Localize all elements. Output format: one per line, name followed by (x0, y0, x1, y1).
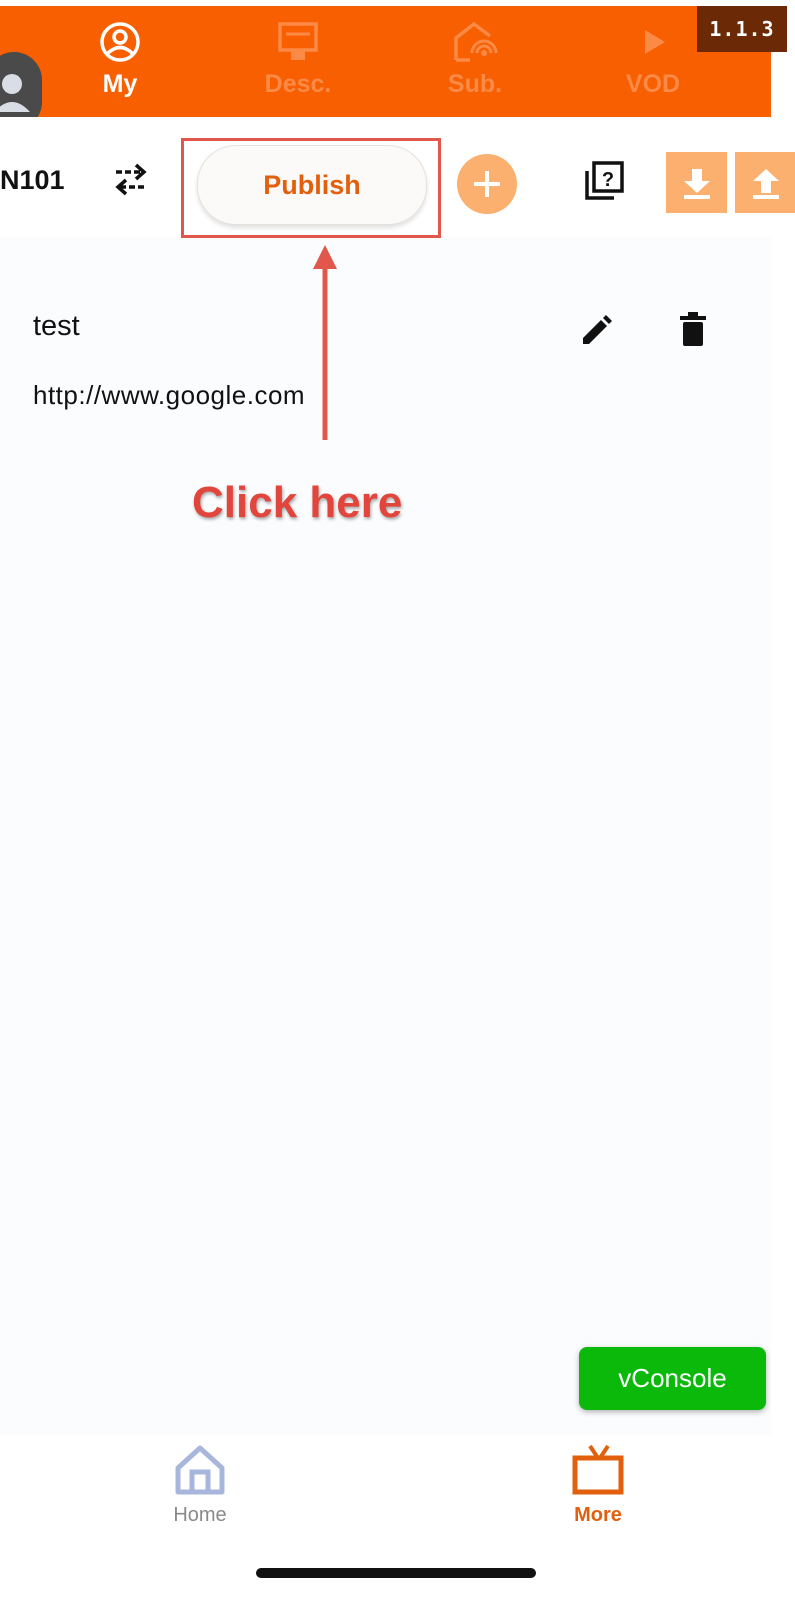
download-icon (683, 168, 710, 199)
upload-button[interactable] (735, 152, 795, 213)
add-button[interactable] (457, 154, 517, 214)
device-id: N101 (0, 165, 65, 195)
download-button[interactable] (666, 152, 727, 213)
tab-sub[interactable]: Sub. (410, 6, 540, 117)
svg-text:?: ? (602, 169, 614, 191)
upload-icon (752, 168, 779, 199)
version-badge: 1.1.3 (697, 6, 787, 52)
nav-home-label: Home (173, 1504, 227, 1526)
tab-my-label: My (102, 70, 138, 98)
top-tab-bar: My Desc. Sub. VOD (0, 6, 771, 117)
tab-my[interactable]: My (55, 6, 185, 117)
nav-more[interactable]: More (528, 1444, 668, 1526)
content-area (0, 117, 771, 1434)
help-library-icon[interactable]: ? (583, 160, 625, 207)
certificate-icon (233, 20, 363, 70)
edit-icon[interactable] (579, 312, 615, 353)
nav-more-label: More (574, 1504, 622, 1526)
plus-icon (474, 171, 500, 197)
home-indicator (256, 1568, 536, 1578)
side-margin (773, 0, 795, 1600)
swap-icon[interactable] (112, 160, 150, 203)
tab-desc-label: Desc. (264, 70, 332, 98)
annotation-arrow (300, 245, 350, 450)
tab-sub-label: Sub. (447, 70, 503, 98)
home-broadcast-icon (410, 20, 540, 70)
user-circle-icon (55, 20, 185, 70)
tab-desc[interactable]: Desc. (233, 6, 363, 117)
publish-button[interactable]: Publish (197, 145, 427, 225)
item-url: http://www.google.com (33, 380, 306, 410)
app-screen: My Desc. Sub. VOD 1.1.3 N101 Publish ? t… (0, 0, 795, 1600)
annotation-text: Click here (192, 478, 403, 527)
vconsole-button[interactable]: vConsole (579, 1347, 766, 1410)
home-icon (130, 1444, 270, 1496)
nav-home[interactable]: Home (130, 1444, 270, 1526)
item-name: test (33, 310, 80, 342)
delete-icon[interactable] (678, 312, 708, 353)
tab-vod-label: VOD (625, 70, 681, 98)
tv-icon (528, 1444, 668, 1496)
